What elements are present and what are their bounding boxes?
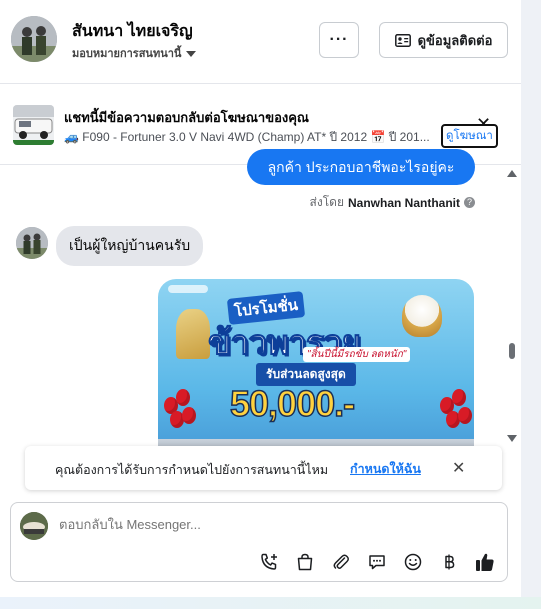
reply-input[interactable]	[59, 517, 479, 532]
window-edge	[521, 0, 541, 609]
close-icon[interactable]: ✕	[452, 458, 465, 478]
contact-name[interactable]: สันทนา ไทยเจริญ	[72, 19, 193, 44]
thumbs-up-icon[interactable]	[474, 551, 496, 573]
more-options-button[interactable]: ···	[319, 22, 359, 58]
sent-by-prefix: ส่งโดย	[309, 195, 344, 209]
window-edge-bottom	[0, 597, 541, 609]
more-icon: ···	[329, 31, 349, 48]
incoming-message[interactable]: เป็นผู้ใหญ่บ้านคนรับ	[56, 226, 204, 266]
wheat-graphic	[176, 309, 210, 359]
balloon-graphic	[182, 407, 196, 424]
rice-bowl-graphic	[402, 295, 442, 337]
conversation-panel: สันทนา ไทยเจริญ มอบหมายการสนทนานี้ ··· ด…	[0, 0, 521, 597]
contact-avatar[interactable]	[11, 16, 57, 62]
scrollbar-thumb[interactable]	[509, 343, 515, 359]
conversation-header: สันทนา ไทยเจริญ มอบหมายการสนทนานี้ ··· ด…	[0, 0, 521, 84]
help-icon[interactable]: ?	[464, 197, 475, 208]
scroll-down-arrow[interactable]	[507, 435, 517, 442]
smiley-icon[interactable]	[402, 551, 424, 573]
brand-logo	[168, 285, 208, 293]
promo-subline: "สิ้นปีนี้มีรถขับ ลดหนัก"	[303, 347, 411, 362]
chevron-down-icon	[186, 50, 197, 57]
contact-info-label: ดูข้อมูลติดต่อ	[417, 32, 493, 48]
chat-bubble-icon[interactable]	[366, 551, 388, 573]
assign-dropdown[interactable]: มอบหมายการสนทนานี้	[72, 44, 197, 62]
sender-name: Nanwhan Nanthanit	[347, 195, 460, 210]
contact-avatar-small	[16, 227, 48, 259]
id-card-icon	[394, 33, 411, 47]
assign-to-me-link[interactable]: กำหนดให้ฉัน	[350, 459, 421, 479]
view-ad-link[interactable]: ดูโฆษณา	[441, 124, 498, 148]
contact-info-button[interactable]: ดูข้อมูลติดต่อ	[379, 22, 508, 58]
sent-by-line: ส่งโดย Nanwhan Nanthanit ?	[310, 193, 475, 212]
ad-context-title: แชทนี้มีข้อความตอบกลับต่อโฆษณาของคุณ	[64, 110, 309, 125]
page-avatar	[20, 512, 48, 540]
scroll-up-arrow[interactable]	[507, 170, 517, 177]
assign-label: มอบหมายการสนทนานี้	[72, 48, 182, 60]
balloon-graphic	[452, 389, 466, 406]
ad-thumbnail	[13, 105, 54, 145]
paperclip-icon[interactable]	[330, 551, 352, 573]
message-composer	[10, 502, 508, 582]
phone-plus-icon[interactable]	[258, 551, 280, 573]
ad-detail-text: 🚙 F090 - Fortuner 3.0 V Navi 4WD (Champ)…	[64, 130, 430, 144]
promo-amount: 50,000.-	[229, 382, 356, 425]
balloon-graphic	[458, 407, 472, 424]
balloon-graphic	[176, 389, 190, 406]
baht-icon[interactable]	[438, 551, 460, 573]
outgoing-message[interactable]: ลูกค้า ประกอบอาชีพอะไรอยู่คะ	[247, 149, 475, 185]
assignment-prompt: คุณต้องการได้รับการกำหนดไปยังการสนทนานี้…	[25, 446, 502, 490]
assignment-prompt-text: คุณต้องการได้รับการกำหนดไปยังการสนทนานี้…	[55, 463, 329, 477]
shopping-bag-icon[interactable]	[294, 551, 316, 573]
